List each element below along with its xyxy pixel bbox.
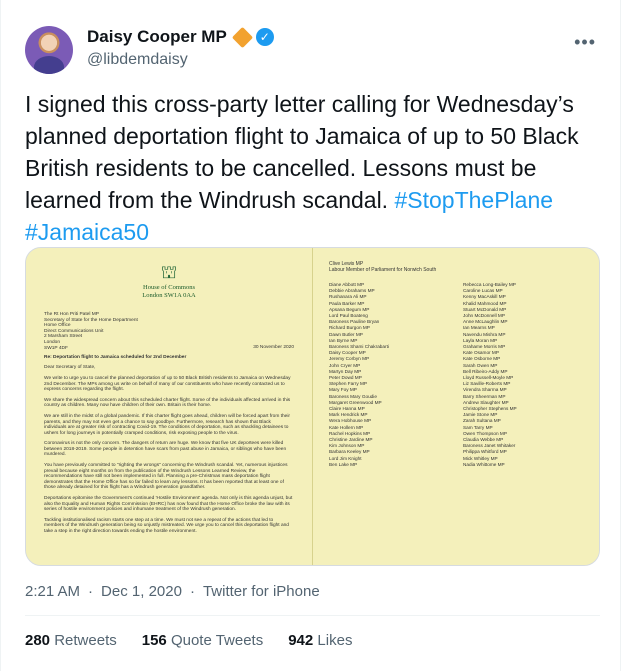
tweet-time[interactable]: 2:21 AM [25, 583, 80, 600]
letter-paragraph: You have previously committed to "righti… [44, 463, 288, 491]
signatory-name-item: Ben Lake MP [329, 461, 358, 467]
likes-stat[interactable]: 942 Likes [288, 632, 352, 649]
signatory-name-item: Nadia Whittome MP [463, 461, 505, 467]
signatory-title: Labour Member of Parliament for Norwich … [329, 267, 437, 273]
tweet-meta: 2:21 AM · Dec 1, 2020 · Twitter for iPho… [25, 583, 320, 600]
stats-divider [25, 615, 600, 616]
meta-separator: · [189, 583, 195, 600]
tweet-source[interactable]: Twitter for iPhone [203, 583, 320, 600]
letter-page-right: Clive Lewis MP Labour Member of Parliame… [313, 248, 599, 565]
org-address: London SW1A 0AA [142, 292, 196, 299]
retweets-count: 280 [25, 632, 51, 649]
author-name[interactable]: Daisy Cooper MP [87, 27, 227, 47]
letter-date: 30 November 2020 [253, 345, 294, 351]
tweet-card: Daisy Cooper MP ✓ @libdemdaisy ••• I sig… [0, 0, 621, 671]
letter-paragraph: Tackling institutionalised racism starts… [44, 517, 289, 534]
meta-separator: · [88, 583, 94, 600]
author-name-row[interactable]: Daisy Cooper MP ✓ [87, 26, 274, 48]
org-name: House of Commons [143, 284, 195, 291]
letter-paragraph: We write to urge you to cancel the plann… [44, 375, 291, 393]
more-horizontal-icon[interactable]: ••• [574, 32, 596, 53]
tweet-text: I signed this cross-party letter calling… [25, 88, 600, 248]
retweets-stat[interactable]: 280 Retweets [25, 632, 117, 649]
signatory-column-1: Diane Abbott MP Debbie Abrahams MP Rushana… [329, 282, 447, 468]
likes-count: 942 [288, 632, 314, 649]
letter-paragraph: We are still in the midst of a global pa… [44, 413, 291, 436]
retweets-label: Retweets [54, 632, 117, 649]
letter-page-left: ⛫ House of Commons London SW1A 0AA The R… [26, 248, 312, 565]
verified-badge-icon: ✓ [255, 28, 274, 46]
author-handle[interactable]: @libdemdaisy [87, 51, 188, 69]
quote-tweets-count: 156 [141, 632, 167, 649]
party-diamond-icon [231, 26, 253, 48]
hashtag-jamaica50[interactable]: #Jamaica50 [25, 219, 149, 245]
hashtag-stoptheplane[interactable]: #StopThePlane [394, 187, 553, 213]
avatar[interactable] [25, 26, 73, 74]
signatory-column-2: Rebecca Long-Bailey MP Caroline Lucas MP K… [463, 282, 581, 468]
letter-paragraph: We share the widespread concern about th… [44, 397, 291, 409]
letter-paragraphs: We write to urge you to cancel the plann… [44, 376, 294, 535]
letter-paragraph: Deportations epitomise the Government's … [44, 496, 293, 513]
letter-body: The Rt Hon Priti Patel MP Secretary of St… [44, 312, 294, 535]
letter-subject: Re: Deportation flight to Jamaica schedu… [44, 354, 187, 360]
letter-paragraph: Coronavirus is not the only concern. The… [44, 441, 287, 458]
letter-salutation: Dear Secretary of State, [44, 365, 96, 371]
likes-label: Likes [317, 632, 353, 649]
portcullis-icon: ⛫ [160, 262, 178, 282]
tweet-date[interactable]: Dec 1, 2020 [101, 583, 182, 600]
quote-tweets-stat[interactable]: 156 Quote Tweets [142, 632, 263, 649]
tweet-stats: 280 Retweets 156 Quote Tweets 942 Likes [25, 632, 352, 649]
signatory-list: Diane Abbott MP Debbie Abrahams MP Rushana… [329, 282, 589, 468]
tweet-header: Daisy Cooper MP ✓ @libdemdaisy ••• [25, 22, 600, 74]
tweet-image[interactable]: ⛫ House of Commons London SW1A 0AA The R… [25, 247, 600, 566]
quote-tweets-label: Quote Tweets [170, 632, 264, 649]
